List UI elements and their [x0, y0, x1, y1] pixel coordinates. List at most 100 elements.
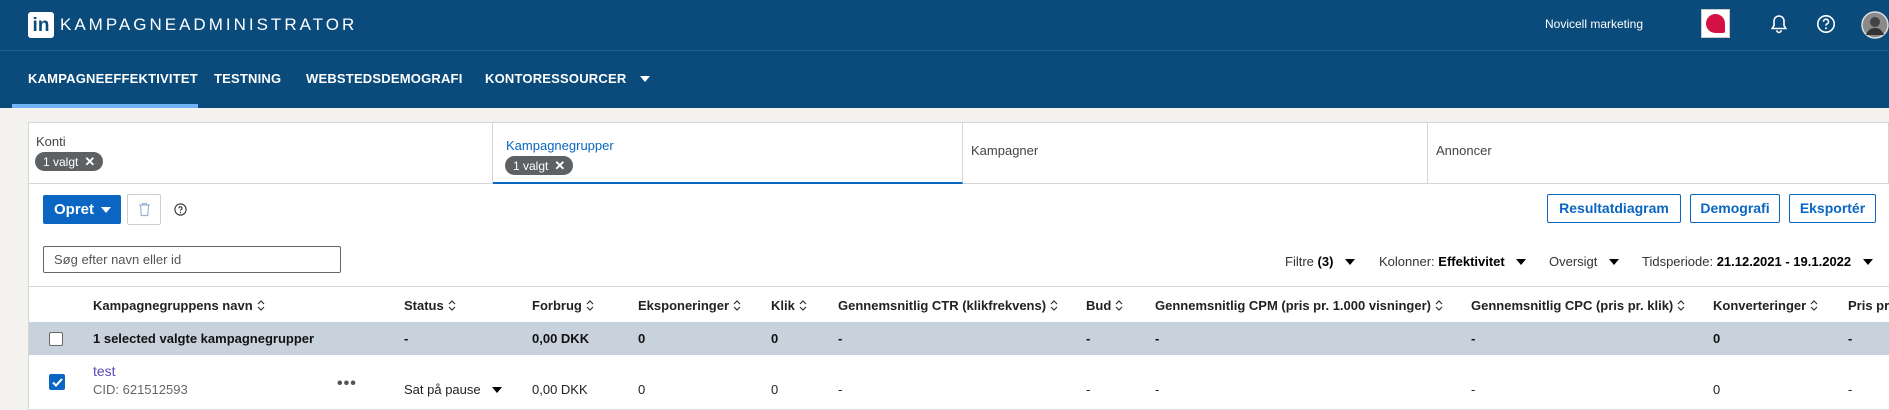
col-label: Bud	[1086, 298, 1112, 313]
demographics-button[interactable]: Demografi	[1690, 194, 1780, 223]
campaign-group-id: CID: 621512593	[93, 382, 188, 397]
view-label: Oversigt	[1549, 254, 1598, 269]
summary-impressions: 0	[638, 331, 646, 346]
filters-dropdown[interactable]: Filtre (3)	[1285, 254, 1356, 269]
tab-kontoressourcer-label: KONTORESSOURCER	[485, 71, 627, 86]
app-title: KAMPAGNEADMINISTRATOR	[60, 15, 358, 34]
select-all-checkbox[interactable]	[49, 332, 63, 346]
trash-icon	[139, 202, 150, 217]
help-icon[interactable]	[174, 203, 187, 216]
summary-cost-per: -	[1848, 331, 1853, 346]
tab-kampagneeffektivitet[interactable]: KAMPAGNEEFFEKTIVITET	[28, 71, 198, 86]
tab-testning[interactable]: TESTNING	[214, 71, 281, 86]
row-ctr: -	[838, 382, 843, 397]
sort-icon	[257, 300, 265, 311]
sort-icon	[1050, 300, 1058, 311]
chevron-down-icon	[1516, 259, 1527, 265]
col-bid[interactable]: Bud	[1086, 298, 1123, 313]
filter-konti-label: Konti	[36, 134, 66, 149]
account-name[interactable]: Novicell marketing	[1545, 17, 1643, 31]
col-label: Eksponeringer	[638, 298, 730, 313]
col-label: Gennemsnitlig CTR (klikfrekvens)	[838, 298, 1047, 313]
filter-konti[interactable]: Konti 1 valgt ✕	[29, 123, 493, 183]
col-status[interactable]: Status	[404, 298, 456, 313]
summary-cpm: -	[1155, 331, 1160, 346]
export-button[interactable]: Eksportér	[1789, 194, 1876, 223]
chevron-down-icon	[640, 76, 651, 82]
col-ctr[interactable]: Gennemsnitlig CTR (klikfrekvens)	[838, 298, 1058, 313]
period-label: Tidsperiode:	[1642, 254, 1714, 269]
chevron-down-icon	[492, 387, 503, 393]
summary-spend: 0,00 DKK	[532, 331, 590, 346]
close-icon[interactable]: ✕	[84, 154, 95, 169]
delete-button[interactable]	[127, 194, 161, 225]
sort-icon	[1115, 300, 1123, 311]
chevron-down-icon	[1345, 259, 1356, 265]
check-icon	[52, 378, 63, 387]
active-tab-indicator	[12, 104, 198, 108]
col-clicks[interactable]: Klik	[771, 298, 807, 313]
period-value: 21.12.2021 - 19.1.2022	[1716, 254, 1852, 269]
campaign-group-link[interactable]: test	[93, 363, 116, 379]
status-dropdown[interactable]: Sat på pause	[404, 382, 503, 397]
tab-kontoressourcer[interactable]: KONTORESSOURCER	[485, 71, 651, 86]
row-bid: -	[1086, 382, 1091, 397]
col-conversions[interactable]: Konverteringer	[1713, 298, 1818, 313]
row-cost-per: -	[1848, 382, 1853, 397]
summary-bid: -	[1086, 331, 1091, 346]
close-icon[interactable]: ✕	[554, 158, 565, 173]
tab-webstedsdemografi[interactable]: WEBSTEDSDEMOGRAFI	[306, 71, 463, 86]
filter-kampagnegrupper-label: Kampagnegrupper	[506, 138, 614, 153]
search-input[interactable]: Søg efter navn eller id	[43, 246, 341, 273]
account-logo[interactable]	[1701, 9, 1730, 38]
hierarchy-filter-bar: Konti 1 valgt ✕ Kampagnegrupper 1 valgt ✕ …	[28, 122, 1889, 184]
col-impressions[interactable]: Eksponeringer	[638, 298, 741, 313]
col-label: Konverteringer	[1713, 298, 1807, 313]
columns-value: Effektivitet	[1438, 254, 1505, 269]
row-clicks: 0	[771, 382, 779, 397]
create-button[interactable]: Opret	[43, 195, 121, 224]
more-options-icon[interactable]: •••	[337, 375, 357, 393]
filter-kampagnegrupper-chip[interactable]: 1 valgt ✕	[505, 156, 574, 175]
col-cpm[interactable]: Gennemsnitlig CPM (pris pr. 1.000 visnin…	[1155, 298, 1443, 313]
columns-dropdown[interactable]: Kolonner: Effektivitet	[1379, 254, 1527, 269]
avatar[interactable]	[1861, 11, 1889, 39]
chevron-down-icon	[1862, 259, 1873, 265]
campaign-groups-panel: Opret Resultatdiagram Demografi Eksporté…	[28, 184, 1889, 410]
filter-kampagner[interactable]: Kampagner	[963, 123, 1428, 183]
view-dropdown[interactable]: Oversigt	[1549, 254, 1620, 269]
col-name[interactable]: Kampagnegruppens navn	[93, 298, 265, 313]
row-cpm: -	[1155, 382, 1160, 397]
sort-icon	[733, 300, 741, 311]
results-chart-button[interactable]: Resultatdiagram	[1547, 194, 1681, 223]
summary-name: 1 selected valgte kampagnegrupper	[93, 331, 315, 346]
help-icon[interactable]	[1815, 13, 1837, 35]
filter-annoncer[interactable]: Annoncer	[1428, 123, 1888, 183]
filter-konti-chip[interactable]: 1 valgt ✕	[35, 152, 104, 171]
sort-icon	[448, 300, 456, 311]
col-cpc[interactable]: Gennemsnitlig CPC (pris pr. klik)	[1471, 298, 1685, 313]
date-range-picker[interactable]: Tidsperiode: 21.12.2021 - 19.1.2022	[1642, 254, 1873, 269]
row-spend: 0,00 DKK	[532, 382, 588, 397]
summary-clicks: 0	[771, 331, 779, 346]
table-row: test CID: 621512593 ••• Sat på pause 0,0…	[29, 355, 1889, 410]
sort-icon	[1435, 300, 1443, 311]
main-nav: KAMPAGNEEFFEKTIVITET TESTNING WEBSTEDSDE…	[0, 51, 1889, 108]
chip-label: 1 valgt	[513, 159, 549, 173]
summary-conversions: 0	[1713, 331, 1721, 346]
col-label: Kampagnegruppens navn	[93, 298, 253, 313]
columns-label: Kolonner:	[1379, 254, 1435, 269]
filter-kampagnegrupper[interactable]: Kampagnegrupper 1 valgt ✕	[493, 123, 963, 184]
bell-icon[interactable]	[1768, 13, 1790, 35]
chevron-down-icon	[101, 207, 111, 213]
col-label: Klik	[771, 298, 795, 313]
row-checkbox[interactable]	[49, 374, 65, 390]
col-spend[interactable]: Forbrug	[532, 298, 594, 313]
linkedin-logo[interactable]: in	[28, 12, 54, 38]
filter-annoncer-label: Annoncer	[1436, 143, 1492, 158]
col-cost-per[interactable]: Pris pr.	[1848, 298, 1889, 313]
summary-cpc: -	[1471, 331, 1476, 346]
row-conversions: 0	[1713, 382, 1721, 397]
sort-icon	[1677, 300, 1685, 311]
summary-status: -	[404, 331, 409, 346]
